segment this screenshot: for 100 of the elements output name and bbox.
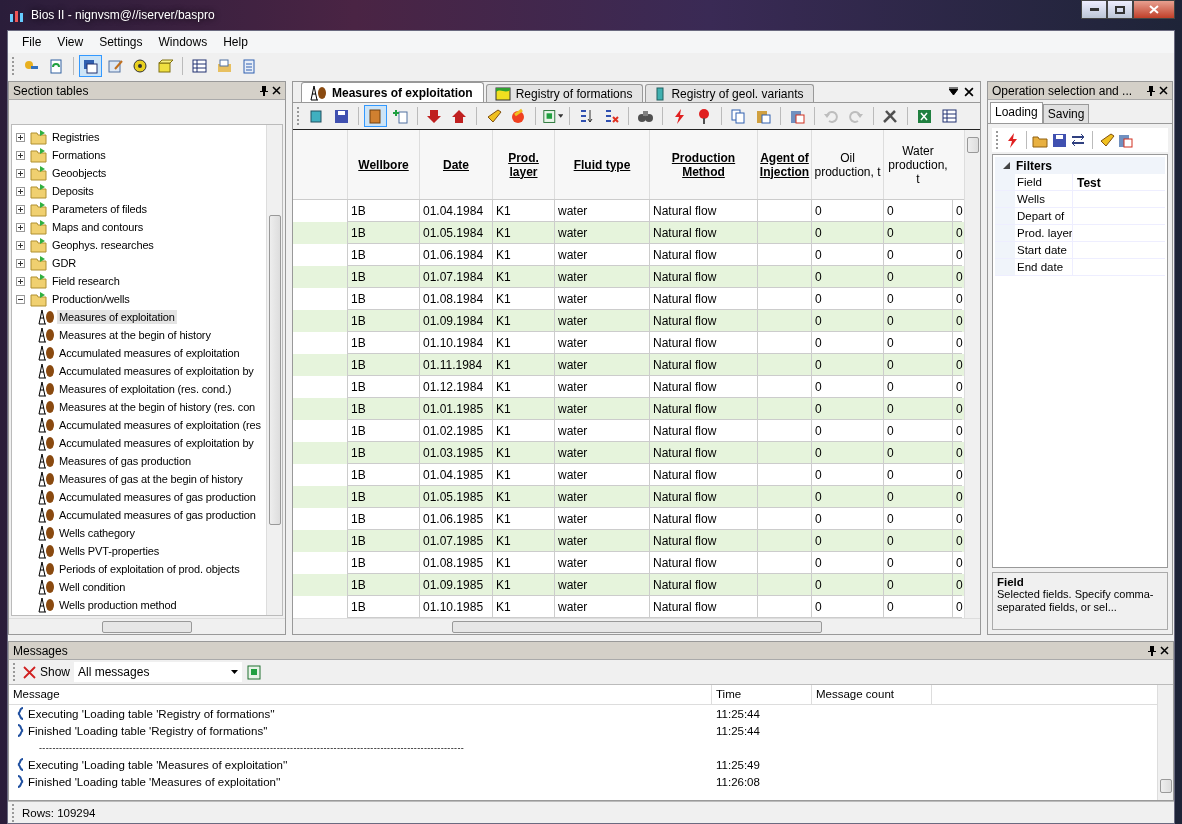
menu-item[interactable]: File (14, 32, 50, 52)
tree-item[interactable]: Accumulated measures of exploitation (res (57, 418, 263, 432)
document-tab[interactable]: Registry of geol. variants (645, 84, 815, 102)
column-header[interactable]: Time (712, 685, 812, 704)
tree-item[interactable]: Measures of exploitation (res. cond.) (57, 382, 234, 396)
caret-icon (557, 114, 563, 118)
tree-item[interactable]: Measures at the begin of history (57, 328, 213, 342)
maximize-button[interactable] (1107, 0, 1133, 19)
expand-icon[interactable] (16, 204, 25, 214)
tree-item[interactable]: Parameters of fileds (50, 202, 149, 216)
tree-item[interactable]: Maps and contours (50, 220, 145, 234)
clear-sort-icon (603, 107, 620, 125)
expand-icon[interactable] (16, 186, 25, 196)
panel-title: Operation selection and ... (992, 83, 1134, 98)
property-value[interactable]: Test (1073, 174, 1165, 190)
minimize-button[interactable] (1081, 0, 1107, 19)
arrow-down-icon (426, 107, 443, 125)
menu-item[interactable]: View (49, 32, 92, 52)
tree-item[interactable]: Accumulated measures of gas production (57, 508, 258, 522)
derrick-icon (38, 561, 55, 577)
message-filter-dropdown[interactable]: All messages (74, 662, 243, 682)
column-header[interactable]: Prod. layer (492, 130, 554, 199)
tree-item[interactable]: Measures of gas production (57, 454, 193, 468)
tree-item[interactable]: Geoobjects (50, 166, 109, 180)
close-icon[interactable] (1160, 645, 1169, 655)
column-icon (654, 86, 667, 101)
column-header[interactable]: Agent of Injection (757, 130, 811, 199)
column-header[interactable]: Water production, t (883, 130, 952, 199)
tree-item[interactable]: Accumulated measures of exploitation (57, 346, 242, 360)
pin-icon[interactable] (260, 85, 268, 96)
close-icon[interactable] (272, 85, 281, 95)
tree-item[interactable]: Measures of gas at the begin of history (57, 472, 245, 486)
message-text: Executing 'Loading table 'Registry of formations'' (28, 707, 275, 720)
tree-item[interactable]: Wells PVT-properties (57, 544, 162, 558)
tree-item[interactable]: Well condition (57, 580, 128, 594)
expand-icon[interactable] (16, 240, 25, 250)
expand-icon[interactable] (16, 132, 25, 142)
tree-item[interactable]: Periods of exploitation of prod. objects (57, 562, 242, 576)
collapse-icon[interactable] (16, 294, 25, 304)
vertical-scrollbar[interactable] (266, 125, 282, 615)
panel-title: Section tables (13, 83, 90, 98)
expand-icon[interactable] (16, 150, 25, 160)
derrick-icon (38, 345, 55, 361)
close-icon[interactable] (1159, 85, 1168, 95)
tree-item[interactable]: Wells production method (57, 598, 179, 612)
tree-item[interactable]: Measures of exploitation (57, 310, 177, 324)
brush-icon (1098, 131, 1115, 149)
column-header[interactable]: Fluid type (554, 130, 649, 199)
tree-item[interactable]: Accumulated measures of exploitation by (57, 436, 256, 450)
tree-item[interactable]: Accumulated measures of exploitation by (57, 364, 256, 378)
derrick-icon (38, 543, 55, 559)
tree-item[interactable]: Registries (50, 130, 102, 144)
help-title: Field (997, 576, 1025, 588)
clear-icon[interactable] (23, 665, 36, 679)
app-logo-icon (9, 8, 25, 22)
expand-icon[interactable] (16, 276, 25, 286)
formation-icon (494, 86, 511, 101)
column-header[interactable]: Message (9, 685, 712, 704)
expand-icon[interactable] (16, 168, 25, 178)
document-tab[interactable]: Measures of exploitation (301, 82, 484, 102)
panel-tab[interactable]: Loading (990, 102, 1043, 123)
menu-item[interactable]: Windows (150, 32, 216, 52)
column-header[interactable]: Date (419, 130, 492, 199)
tree-item[interactable]: GDR (50, 256, 78, 270)
table-button[interactable] (79, 55, 102, 77)
tree-item[interactable]: Deposits (50, 184, 96, 198)
pin-icon[interactable] (1148, 645, 1156, 656)
tree-item[interactable]: Formations (50, 148, 108, 162)
derrick-icon (310, 84, 327, 101)
close-button[interactable] (1133, 0, 1175, 19)
pin-icon[interactable] (1147, 85, 1155, 96)
column-header[interactable]: Message count (812, 685, 932, 704)
folder-icon (30, 165, 48, 181)
vertical-scrollbar[interactable] (964, 130, 980, 618)
horizontal-scrollbar[interactable] (293, 618, 980, 634)
column-header[interactable]: Production Method (649, 130, 757, 199)
tree-item[interactable]: Field research (50, 274, 122, 288)
derrick-icon (38, 525, 55, 541)
close-icon[interactable] (964, 87, 974, 97)
panel-tab[interactable]: Saving (1042, 104, 1090, 123)
horizontal-scrollbar[interactable] (9, 618, 285, 634)
tree-item[interactable]: Wells cathegory (57, 526, 137, 540)
tree-item[interactable]: Measures at the begin of history (res. con (57, 400, 258, 414)
folder-icon (30, 129, 48, 145)
expand-icon[interactable] (16, 222, 25, 232)
menu-item[interactable]: Help (215, 32, 256, 52)
expand-icon[interactable] (16, 258, 25, 268)
column-header[interactable]: Oil production, t (811, 130, 883, 199)
collapse-icon[interactable] (1003, 162, 1010, 169)
property-name: Field (1015, 174, 1073, 190)
arrow-up-icon (451, 107, 468, 125)
column-header[interactable]: Wellbore (347, 130, 419, 199)
tree-item[interactable]: Production/wells (50, 292, 132, 306)
menu-item[interactable]: Settings (91, 32, 151, 52)
document-tab[interactable]: Registry of formations (485, 84, 644, 102)
tree-item[interactable]: Accumulated measures of gas production (57, 490, 258, 504)
dropdown-icon[interactable] (949, 87, 958, 95)
derrick-icon (38, 417, 55, 433)
tree-item[interactable]: Geophys. researches (50, 238, 156, 252)
vertical-scrollbar[interactable] (1157, 685, 1173, 800)
